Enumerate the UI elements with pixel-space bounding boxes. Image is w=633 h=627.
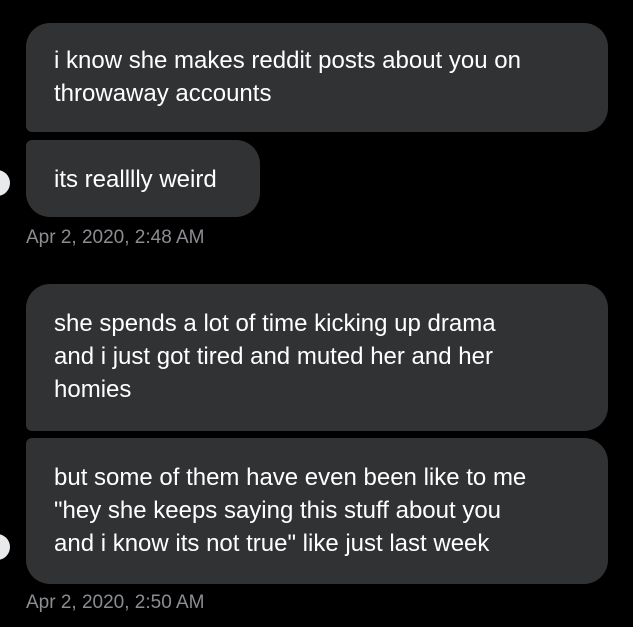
message-bubble[interactable]: i know she makes reddit posts about you … — [26, 23, 608, 132]
message-bubble[interactable]: but some of them have even been like to … — [26, 438, 608, 584]
avatar[interactable] — [0, 534, 10, 560]
message-timestamp: Apr 2, 2020, 2:50 AM — [26, 592, 205, 613]
message-bubble[interactable]: its realllly weird — [26, 140, 260, 217]
avatar[interactable] — [0, 170, 10, 196]
message-thread: i know she makes reddit posts about you … — [0, 0, 633, 627]
message-timestamp: Apr 2, 2020, 2:48 AM — [26, 227, 205, 248]
message-bubble[interactable]: she spends a lot of time kicking up dram… — [26, 284, 608, 431]
